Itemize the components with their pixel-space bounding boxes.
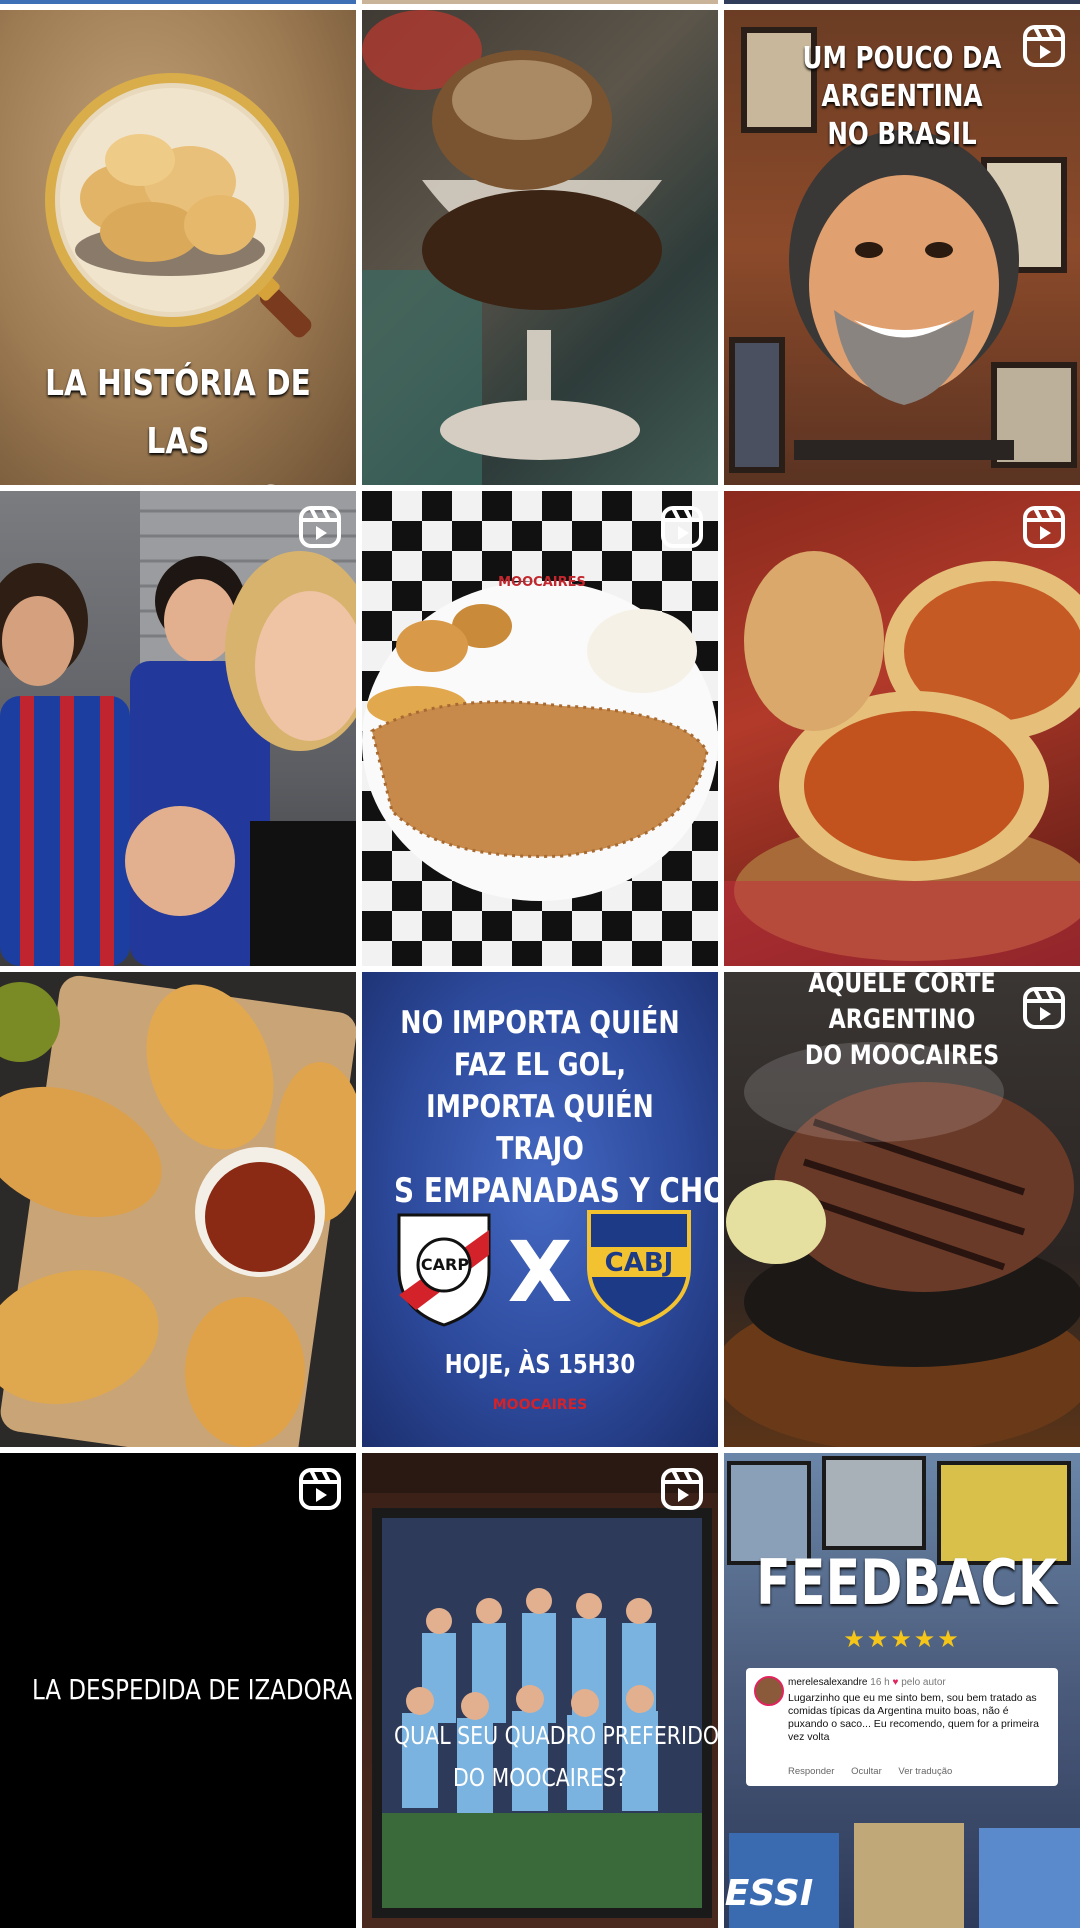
- reels-icon: [661, 1468, 703, 1510]
- comment-time: 16 h: [870, 1677, 890, 1688]
- versus-text: X: [507, 1223, 573, 1321]
- post-title-line-2: DO MOOCAIRES?: [453, 1763, 627, 1792]
- post-visitors-selfie[interactable]: [0, 491, 356, 966]
- team-frame-photo: [362, 1453, 718, 1918]
- post-title-line-2: DO MOOCAIRES: [804, 1040, 1000, 1071]
- empanadas-board-photo: [0, 975, 356, 1447]
- post-despedida[interactable]: LA DESPEDIDA DE IZADORA: [0, 1453, 356, 1928]
- post-title-line-3: IMPORTA QUIÉN TRAJO: [426, 1089, 654, 1167]
- post-title-line-1: NO IMPORTA QUIÉN: [400, 1005, 680, 1041]
- post-title-line-1: LA DESPEDIDA DE IZADORA: [32, 1673, 353, 1706]
- crest-text-left: CARP: [420, 1255, 470, 1274]
- avatar: [754, 1676, 784, 1706]
- translate-link: Ver tradução: [898, 1766, 953, 1777]
- previous-row-strip: [0, 0, 1080, 8]
- reply-link: Responder: [788, 1766, 835, 1777]
- post-title-line-1: AQUELE CORTE ARGENTINO: [808, 972, 996, 1035]
- reels-icon: [1023, 506, 1065, 548]
- post-title-line-1: QUAL SEU QUADRO PREFERIDO: [394, 1721, 718, 1750]
- post-title-line-1: LA HISTÓRIA DE LAS: [45, 363, 311, 462]
- crest-text-right: CABJ: [604, 1248, 674, 1278]
- shirt-text: ESSI: [724, 1873, 814, 1914]
- post-dessert-cup[interactable]: [362, 10, 718, 485]
- selfie-photo: [0, 491, 356, 966]
- hide-link: Ocultar: [851, 1766, 882, 1777]
- post-milanesa-plate[interactable]: MOOCAIRES: [362, 491, 718, 966]
- rating-stars: ★★★★★: [843, 1625, 961, 1653]
- post-empanadas-history[interactable]: LA HISTÓRIA DE LAS EMPANADAS: [0, 10, 356, 485]
- post-superclasico[interactable]: NO IMPORTA QUIÉN FAZ EL GOL, IMPORTA QUI…: [362, 972, 718, 1447]
- dessert-photo: [362, 10, 662, 485]
- post-title-line-2: NO BRASIL: [827, 117, 977, 152]
- reels-icon: [299, 1468, 341, 1510]
- post-quadro-preferido[interactable]: QUAL SEU QUADRO PREFERIDO DO MOOCAIRES?: [362, 1453, 718, 1928]
- empanadas-photo: [724, 551, 1080, 966]
- comment-text: Lugarzinho que eu me sinto bem, sou bem …: [788, 1692, 1039, 1743]
- reels-icon: [1023, 25, 1065, 67]
- comment-card: merelesalexandre 16 h ♥ pelo autor Lugar…: [746, 1668, 1058, 1786]
- post-argentina-brasil[interactable]: UM POUCO DA ARGENTINA NO BRASIL: [724, 10, 1080, 485]
- plate-logo: MOOCAIRES: [498, 575, 586, 590]
- post-corte-argentino[interactable]: AQUELE CORTE ARGENTINO DO MOOCAIRES: [724, 972, 1080, 1447]
- comment-author-tag: pelo autor: [901, 1677, 946, 1688]
- comment-username: merelesalexandre: [788, 1677, 868, 1688]
- checkered-floor: [362, 491, 718, 966]
- heart-icon: ♥: [892, 1677, 899, 1688]
- post-title-line-1: UM POUCO DA ARGENTINA: [802, 41, 1002, 114]
- post-feedback[interactable]: FEEDBACK ★★★★★ merelesalexandre 16 h ♥ p…: [724, 1453, 1080, 1928]
- reels-icon: [1023, 987, 1065, 1029]
- match-time: HOJE, ÀS 15H30: [444, 1350, 636, 1380]
- reels-icon: [299, 506, 341, 548]
- post-title-line-4: S EMPANADAS Y CHORINP: [394, 1171, 718, 1211]
- feedback-title: FEEDBACK: [756, 1546, 1058, 1619]
- reels-icon: [661, 506, 703, 548]
- post-empanadas-board[interactable]: [0, 972, 356, 1447]
- moocaires-logo: MOOCAIRES: [492, 1397, 588, 1413]
- post-title-line-2: EMPANADAS: [32, 471, 324, 485]
- post-title-line-2: FAZ EL GOL,: [453, 1047, 627, 1083]
- post-empanadas-cut[interactable]: [724, 491, 1080, 966]
